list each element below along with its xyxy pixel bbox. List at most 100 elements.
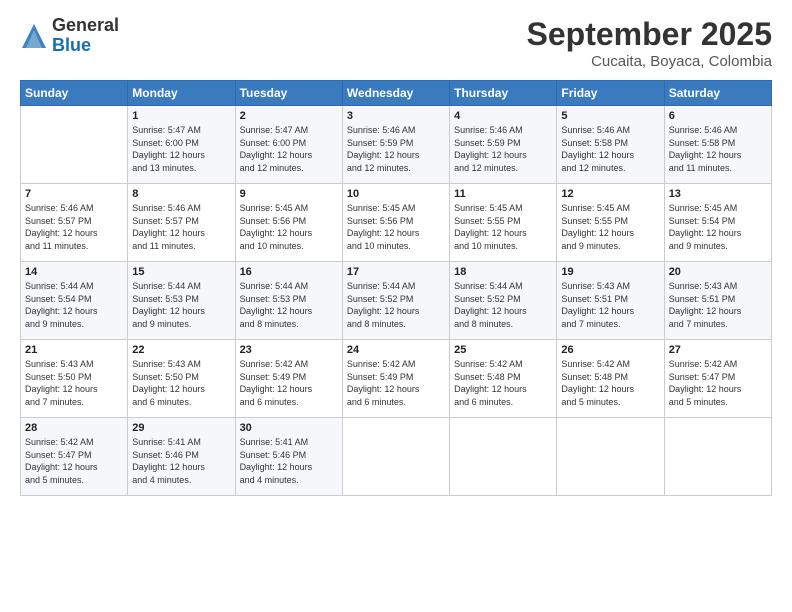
calendar-cell: 21 Sunrise: 5:43 AM Sunset: 5:50 PM Dayli… xyxy=(21,340,128,418)
cell-content: Sunrise: 5:43 AM Sunset: 5:51 PM Dayligh… xyxy=(669,280,767,330)
cell-content: Sunrise: 5:43 AM Sunset: 5:50 PM Dayligh… xyxy=(132,358,230,408)
calendar-cell: 3 Sunrise: 5:46 AM Sunset: 5:59 PM Daylig… xyxy=(342,106,449,184)
calendar-cell: 26Sunrise: 5:42 AM Sunset: 5:48 PM Dayli… xyxy=(557,340,664,418)
cell-content: Sunrise: 5:44 AM Sunset: 5:53 PM Dayligh… xyxy=(132,280,230,330)
calendar-cell: 20 Sunrise: 5:43 AM Sunset: 5:51 PM Dayli… xyxy=(664,262,771,340)
cell-content: Sunrise: 5:45 AM Sunset: 5:56 PM Dayligh… xyxy=(240,202,338,252)
calendar-cell xyxy=(450,418,557,496)
calendar-cell: 4 Sunrise: 5:46 AM Sunset: 5:59 PM Daylig… xyxy=(450,106,557,184)
calendar-cell: 25Sunrise: 5:42 AM Sunset: 5:48 PM Dayli… xyxy=(450,340,557,418)
day-number: 1 xyxy=(132,110,230,122)
calendar-cell xyxy=(664,418,771,496)
day-number: 8 xyxy=(132,188,230,200)
header: General Blue September 2025 Cucaita, Boy… xyxy=(20,16,772,70)
calendar-week-2: 7 Sunrise: 5:46 AM Sunset: 5:57 PM Daylig… xyxy=(21,184,772,262)
calendar-cell: 16Sunrise: 5:44 AM Sunset: 5:53 PM Dayli… xyxy=(235,262,342,340)
day-number: 7 xyxy=(25,188,123,200)
calendar-cell: 23 Sunrise: 5:42 AM Sunset: 5:49 PM Dayli… xyxy=(235,340,342,418)
day-number: 28 xyxy=(25,422,123,434)
cell-content: Sunrise: 5:44 AM Sunset: 5:52 PM Dayligh… xyxy=(347,280,445,330)
day-number: 9 xyxy=(240,188,338,200)
day-number: 29 xyxy=(132,422,230,434)
calendar-cell: 15Sunrise: 5:44 AM Sunset: 5:53 PM Dayli… xyxy=(128,262,235,340)
cell-content: Sunrise: 5:46 AM Sunset: 5:59 PM Dayligh… xyxy=(454,124,552,174)
day-number: 14 xyxy=(25,266,123,278)
calendar-cell: 10 Sunrise: 5:45 AM Sunset: 5:56 PM Dayli… xyxy=(342,184,449,262)
calendar-cell: 1 Sunrise: 5:47 AM Sunset: 6:00 PM Daylig… xyxy=(128,106,235,184)
calendar-cell: 9 Sunrise: 5:45 AM Sunset: 5:56 PM Daylig… xyxy=(235,184,342,262)
cell-content: Sunrise: 5:47 AM Sunset: 6:00 PM Dayligh… xyxy=(132,124,230,174)
calendar-cell: 18Sunrise: 5:44 AM Sunset: 5:52 PM Dayli… xyxy=(450,262,557,340)
calendar-cell: 17 Sunrise: 5:44 AM Sunset: 5:52 PM Dayli… xyxy=(342,262,449,340)
calendar-cell: 2Sunrise: 5:47 AM Sunset: 6:00 PM Daylig… xyxy=(235,106,342,184)
calendar-week-1: 1 Sunrise: 5:47 AM Sunset: 6:00 PM Daylig… xyxy=(21,106,772,184)
weekday-header-sunday: Sunday xyxy=(21,81,128,106)
day-number: 13 xyxy=(669,188,767,200)
calendar-cell xyxy=(557,418,664,496)
calendar-table: SundayMondayTuesdayWednesdayThursdayFrid… xyxy=(20,80,772,496)
cell-content: Sunrise: 5:45 AM Sunset: 5:56 PM Dayligh… xyxy=(347,202,445,252)
day-number: 2 xyxy=(240,110,338,122)
day-number: 10 xyxy=(347,188,445,200)
subtitle: Cucaita, Boyaca, Colombia xyxy=(527,53,772,70)
day-number: 27 xyxy=(669,344,767,356)
calendar-cell: 30Sunrise: 5:41 AM Sunset: 5:46 PM Dayli… xyxy=(235,418,342,496)
calendar-cell xyxy=(342,418,449,496)
weekday-header-tuesday: Tuesday xyxy=(235,81,342,106)
calendar-cell: 6 Sunrise: 5:46 AM Sunset: 5:58 PM Daylig… xyxy=(664,106,771,184)
cell-content: Sunrise: 5:45 AM Sunset: 5:55 PM Dayligh… xyxy=(454,202,552,252)
day-number: 21 xyxy=(25,344,123,356)
calendar-week-3: 14Sunrise: 5:44 AM Sunset: 5:54 PM Dayli… xyxy=(21,262,772,340)
cell-content: Sunrise: 5:41 AM Sunset: 5:46 PM Dayligh… xyxy=(240,436,338,486)
weekday-header-friday: Friday xyxy=(557,81,664,106)
title-block: September 2025 Cucaita, Boyaca, Colombia xyxy=(527,16,772,70)
cell-content: Sunrise: 5:45 AM Sunset: 5:55 PM Dayligh… xyxy=(561,202,659,252)
day-number: 20 xyxy=(669,266,767,278)
day-number: 17 xyxy=(347,266,445,278)
cell-content: Sunrise: 5:43 AM Sunset: 5:51 PM Dayligh… xyxy=(561,280,659,330)
day-number: 3 xyxy=(347,110,445,122)
calendar-cell: 13 Sunrise: 5:45 AM Sunset: 5:54 PM Dayli… xyxy=(664,184,771,262)
calendar-week-4: 21 Sunrise: 5:43 AM Sunset: 5:50 PM Dayli… xyxy=(21,340,772,418)
cell-content: Sunrise: 5:42 AM Sunset: 5:49 PM Dayligh… xyxy=(347,358,445,408)
weekday-header-monday: Monday xyxy=(128,81,235,106)
logo-blue: Blue xyxy=(52,36,119,56)
logo-general: General xyxy=(52,16,119,36)
calendar-cell: 24 Sunrise: 5:42 AM Sunset: 5:49 PM Dayli… xyxy=(342,340,449,418)
calendar-cell: 5 Sunrise: 5:46 AM Sunset: 5:58 PM Daylig… xyxy=(557,106,664,184)
day-number: 6 xyxy=(669,110,767,122)
cell-content: Sunrise: 5:45 AM Sunset: 5:54 PM Dayligh… xyxy=(669,202,767,252)
cell-content: Sunrise: 5:42 AM Sunset: 5:47 PM Dayligh… xyxy=(669,358,767,408)
cell-content: Sunrise: 5:46 AM Sunset: 5:58 PM Dayligh… xyxy=(669,124,767,174)
cell-content: Sunrise: 5:42 AM Sunset: 5:47 PM Dayligh… xyxy=(25,436,123,486)
cell-content: Sunrise: 5:41 AM Sunset: 5:46 PM Dayligh… xyxy=(132,436,230,486)
day-number: 5 xyxy=(561,110,659,122)
month-title: September 2025 xyxy=(527,16,772,53)
calendar-cell: 22 Sunrise: 5:43 AM Sunset: 5:50 PM Dayli… xyxy=(128,340,235,418)
calendar-cell xyxy=(21,106,128,184)
weekday-header-wednesday: Wednesday xyxy=(342,81,449,106)
day-number: 16 xyxy=(240,266,338,278)
logo: General Blue xyxy=(20,16,119,56)
day-number: 11 xyxy=(454,188,552,200)
cell-content: Sunrise: 5:46 AM Sunset: 5:57 PM Dayligh… xyxy=(25,202,123,252)
calendar-cell: 19 Sunrise: 5:43 AM Sunset: 5:51 PM Dayli… xyxy=(557,262,664,340)
day-number: 24 xyxy=(347,344,445,356)
cell-content: Sunrise: 5:42 AM Sunset: 5:49 PM Dayligh… xyxy=(240,358,338,408)
calendar-cell: 11 Sunrise: 5:45 AM Sunset: 5:55 PM Dayli… xyxy=(450,184,557,262)
day-number: 26 xyxy=(561,344,659,356)
cell-content: Sunrise: 5:46 AM Sunset: 5:58 PM Dayligh… xyxy=(561,124,659,174)
weekday-header-thursday: Thursday xyxy=(450,81,557,106)
day-number: 22 xyxy=(132,344,230,356)
cell-content: Sunrise: 5:43 AM Sunset: 5:50 PM Dayligh… xyxy=(25,358,123,408)
calendar-cell: 27 Sunrise: 5:42 AM Sunset: 5:47 PM Dayli… xyxy=(664,340,771,418)
day-number: 23 xyxy=(240,344,338,356)
cell-content: Sunrise: 5:46 AM Sunset: 5:59 PM Dayligh… xyxy=(347,124,445,174)
weekday-header-row: SundayMondayTuesdayWednesdayThursdayFrid… xyxy=(21,81,772,106)
calendar-cell: 14Sunrise: 5:44 AM Sunset: 5:54 PM Dayli… xyxy=(21,262,128,340)
day-number: 4 xyxy=(454,110,552,122)
weekday-header-saturday: Saturday xyxy=(664,81,771,106)
day-number: 19 xyxy=(561,266,659,278)
calendar-cell: 7 Sunrise: 5:46 AM Sunset: 5:57 PM Daylig… xyxy=(21,184,128,262)
calendar-week-5: 28 Sunrise: 5:42 AM Sunset: 5:47 PM Dayli… xyxy=(21,418,772,496)
